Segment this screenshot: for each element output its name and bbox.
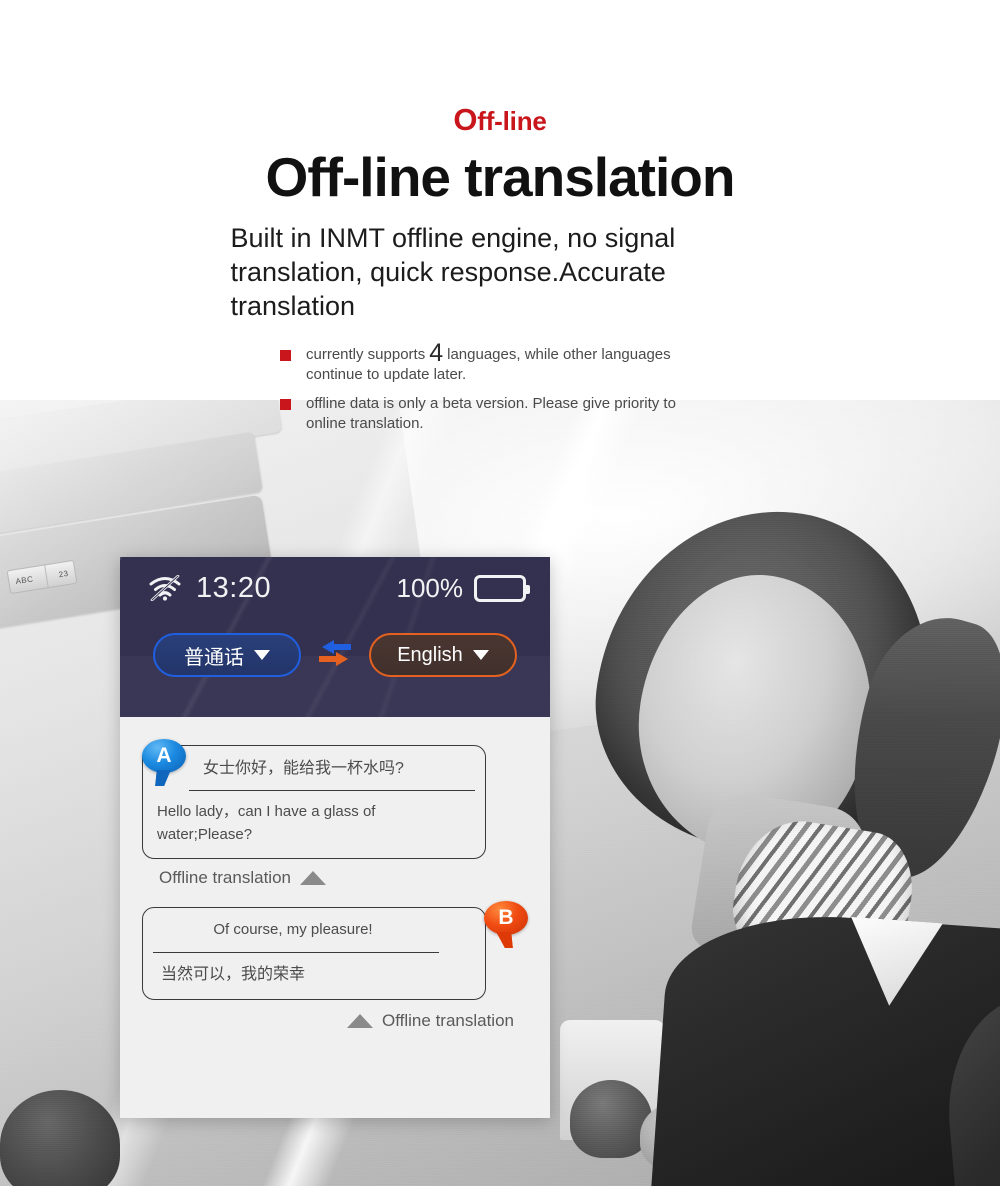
bullet-square-icon — [280, 349, 291, 361]
triangle-up-icon — [347, 1013, 374, 1028]
chevron-down-icon — [472, 650, 489, 660]
message-bubble-a[interactable]: 女士你好，能给我一杯水吗? Hello lady，can I have a gl… — [142, 745, 486, 860]
list-item: offline data is only a beta version. Ple… — [278, 394, 678, 434]
language-selector-bar: 普通话 English — [120, 619, 550, 677]
page-subtitle: Built in INMT offline engine, no signal … — [230, 222, 676, 321]
eyebrow-label: Off-line — [0, 0, 1000, 135]
avatar-speaker-a: A — [142, 739, 186, 773]
message-original-text: Of course, my pleasure! — [213, 921, 373, 939]
eyebrow-capital: O — [453, 102, 478, 137]
target-language-button[interactable]: English — [369, 633, 517, 677]
bullet-text-pre: currently supports — [306, 345, 426, 363]
status-clock: 13:20 — [196, 571, 272, 604]
bullet-text-pre: offline data is only a beta version. Ple… — [306, 395, 676, 433]
eyebrow-rest: ff-line — [477, 106, 547, 136]
message-row-b: B Of course, my pleasure! 当然可以，我的荣幸 — [142, 901, 528, 1000]
swap-arrows-icon[interactable] — [315, 636, 355, 674]
chevron-down-icon — [254, 650, 270, 660]
avatar-letter: B — [498, 906, 514, 930]
message-translated-text: Hello lady，can I have a glass of water;P… — [157, 803, 376, 843]
message-bubble-b[interactable]: Of course, my pleasure! 当然可以，我的荣幸 — [142, 907, 486, 1000]
battery-percent-label: 100% — [396, 572, 464, 603]
offline-tag-label: Offline translation — [382, 1010, 514, 1030]
feature-bullet-list: currently supports 4 languages, while othe… — [278, 340, 678, 434]
message-translated-text: 当然可以，我的荣幸 — [161, 965, 306, 983]
source-language-label: 普通话 — [184, 646, 244, 669]
offline-tag-label: Offline translation — [159, 868, 291, 888]
list-item: currently supports 4 languages, while othe… — [278, 340, 678, 385]
triangle-up-icon — [299, 871, 326, 886]
status-right-group: 100% — [396, 572, 530, 604]
battery-full-icon — [474, 574, 530, 602]
device-header: 13:20 100% 普通话 English — [120, 557, 550, 717]
source-language-button[interactable]: 普通话 — [153, 633, 301, 677]
offline-translation-tag-a[interactable]: Offline translation — [142, 868, 528, 888]
offline-translation-tag-b[interactable]: Offline translation — [142, 1011, 528, 1031]
bullet-number: 4 — [429, 338, 444, 367]
avatar-letter: A — [156, 744, 172, 767]
page-title: Off-line translation — [265, 146, 736, 208]
bullet-square-icon — [280, 399, 291, 411]
avatar-speaker-b: B — [484, 901, 528, 936]
target-language-label: English — [397, 643, 463, 666]
wifi-off-icon — [148, 575, 182, 601]
message-original-text: 女士你好，能给我一杯水吗? — [203, 760, 404, 777]
status-bar: 13:20 100% — [120, 557, 550, 619]
conversation-panel: A 女士你好，能给我一杯水吗? Hello lady，can I have a … — [120, 717, 550, 1118]
hero-text-block: Off-line Off-line translation Built in I… — [0, 0, 1000, 444]
message-row-a: A 女士你好，能给我一杯水吗? Hello lady，can I have a … — [142, 739, 528, 860]
translator-device-screen: 13:20 100% 普通话 English A 女士你好，能给我一杯水吗? H… — [120, 557, 550, 1118]
page-root: ABC 23 Off-line Off-line translation Bui… — [0, 0, 1000, 1186]
